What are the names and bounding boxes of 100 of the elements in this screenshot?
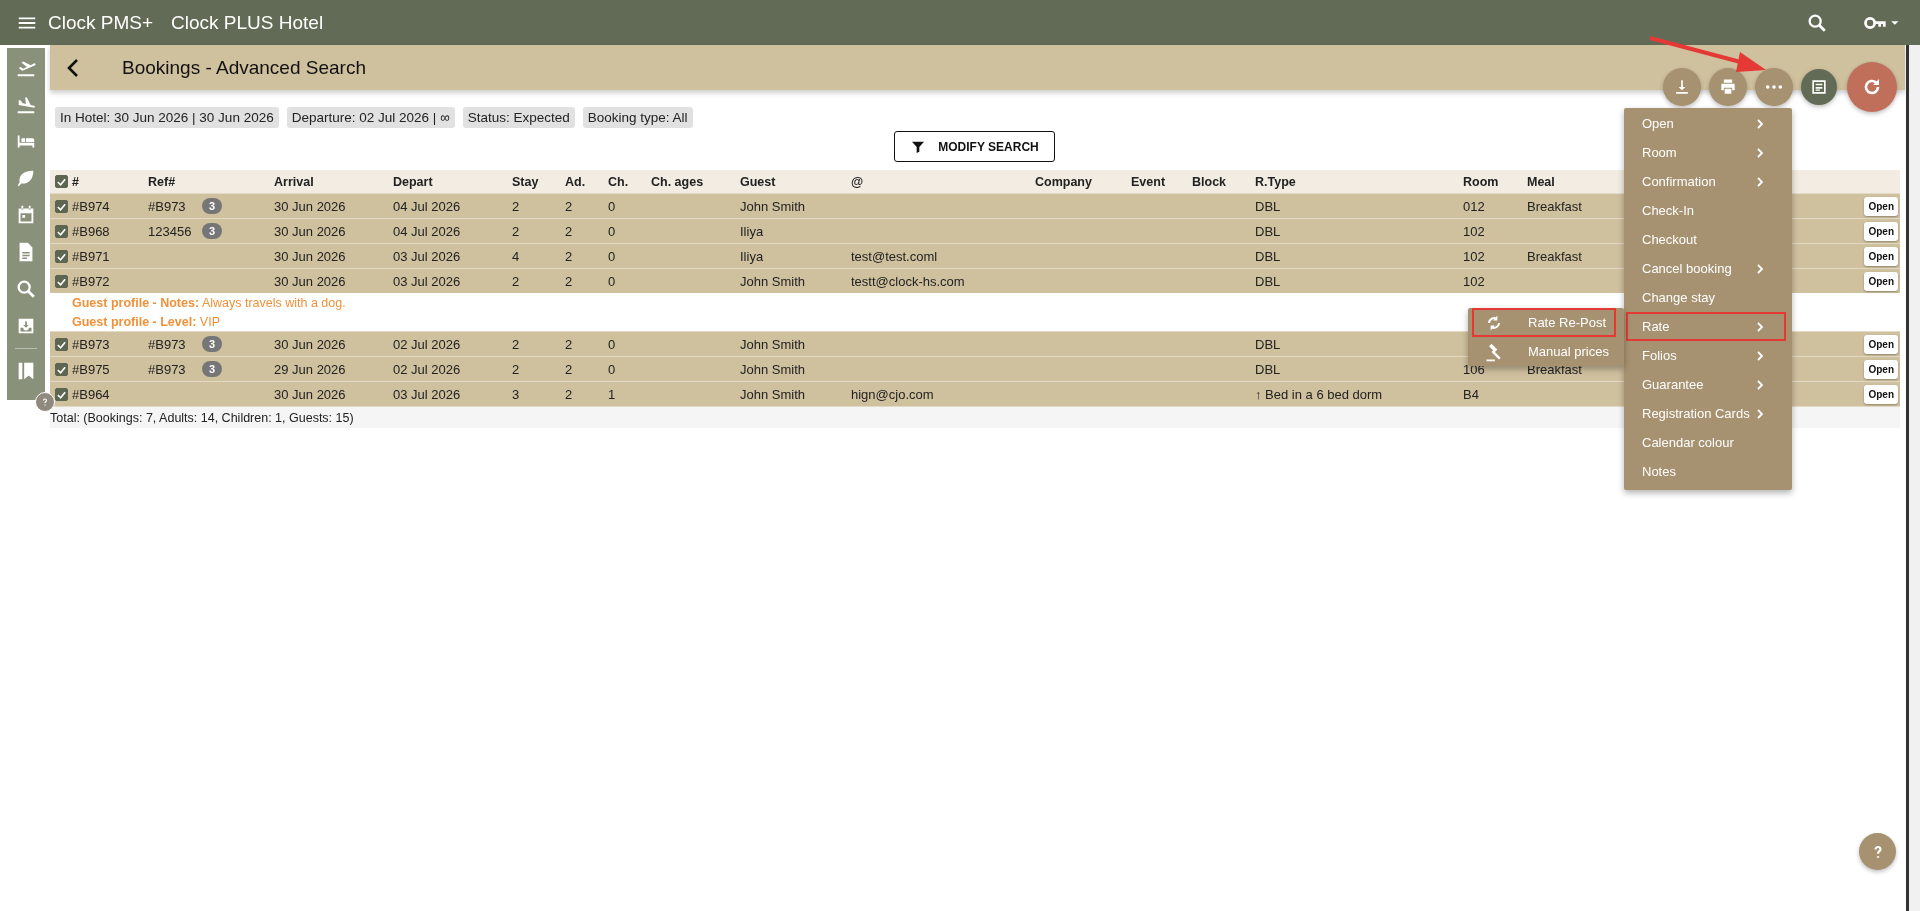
note-icon <box>1809 77 1829 97</box>
column-header[interactable]: Arrival <box>274 174 393 189</box>
open-button[interactable]: Open <box>1864 334 1898 354</box>
table-cell: 04 Jul 2026 <box>393 198 461 214</box>
table-cell: DBL <box>1255 223 1281 239</box>
column-header[interactable]: R.Type <box>1255 174 1463 189</box>
column-header[interactable]: Room <box>1463 174 1527 189</box>
table-cell: #B973 <box>72 336 110 352</box>
table-cell: 30 Jun 2026 <box>274 336 346 352</box>
table-cell: DBL <box>1255 361 1281 377</box>
table-cell: #B973 <box>148 336 186 352</box>
column-header[interactable]: Ref# <box>148 174 274 189</box>
table-cell: 2 <box>512 273 520 289</box>
filter-chip: Status: Expected <box>462 107 575 128</box>
count-badge: 3 <box>202 198 223 214</box>
column-header[interactable]: Event <box>1131 174 1192 189</box>
column-header[interactable]: Depart <box>393 174 512 189</box>
table-cell: 03 Jul 2026 <box>393 386 461 402</box>
open-button[interactable]: Open <box>1864 359 1898 379</box>
column-header[interactable]: Company <box>1035 174 1131 189</box>
table-cell: John Smith <box>740 198 806 214</box>
download-button[interactable] <box>1663 68 1701 106</box>
count-badge: 3 <box>202 223 223 239</box>
table-cell: 03 Jul 2026 <box>393 248 461 264</box>
notes-button[interactable] <box>1801 69 1837 105</box>
table-cell: 123456 <box>148 223 192 239</box>
printer-icon <box>1718 77 1738 97</box>
page-title: Bookings - Advanced Search <box>122 56 366 79</box>
column-header[interactable]: @ <box>851 174 1035 189</box>
table-cell: #B975 <box>72 361 110 377</box>
table-cell: 30 Jun 2026 <box>274 386 346 402</box>
row-checkbox[interactable] <box>54 224 68 238</box>
modify-search-button[interactable]: MODIFY SEARCH <box>894 131 1055 162</box>
row-checkbox[interactable] <box>54 362 68 376</box>
column-header[interactable]: Guest <box>740 174 851 189</box>
table-cell: 4 <box>512 248 520 264</box>
column-header[interactable]: Ad. <box>565 174 608 189</box>
column-header[interactable]: # <box>72 174 148 189</box>
column-header[interactable]: Ch. ages <box>651 174 740 189</box>
table-cell: 2 <box>512 223 520 239</box>
scrollbar[interactable] <box>1906 45 1920 911</box>
column-header[interactable]: Stay <box>512 174 565 189</box>
table-cell: John Smith <box>740 386 806 402</box>
table-cell: DBL <box>1255 336 1281 352</box>
table-cell: #B964 <box>72 386 110 402</box>
table-cell: 102 <box>1463 273 1485 289</box>
row-checkbox[interactable] <box>54 387 68 401</box>
table-cell: 29 Jun 2026 <box>274 361 346 377</box>
row-checkbox[interactable] <box>54 249 68 263</box>
column-header[interactable]: Block <box>1192 174 1255 189</box>
table-cell: 30 Jun 2026 <box>274 248 346 264</box>
open-button[interactable]: Open <box>1864 384 1898 404</box>
open-button[interactable]: Open <box>1864 196 1898 216</box>
table-cell: #B973 <box>148 361 186 377</box>
product-name: Clock PMS+ <box>48 11 154 34</box>
open-button[interactable]: Open <box>1864 271 1898 291</box>
table-cell: John Smith <box>740 273 806 289</box>
more-button[interactable] <box>1755 68 1793 106</box>
open-button[interactable]: Open <box>1864 246 1898 266</box>
select-all-checkbox[interactable] <box>54 175 68 188</box>
table-cell: testt@clock-hs.com <box>851 273 965 289</box>
help-button[interactable] <box>1859 833 1896 870</box>
help-icon[interactable] <box>35 392 55 412</box>
table-cell: 0 <box>608 223 616 239</box>
table-cell: 2 <box>565 273 573 289</box>
table-cell: 102 <box>1463 223 1485 239</box>
table-cell: 2 <box>565 386 573 402</box>
table-cell: B4 <box>1463 386 1479 402</box>
refresh-button[interactable] <box>1847 62 1897 112</box>
table-cell: 02 Jul 2026 <box>393 336 461 352</box>
table-cell: hign@cjo.com <box>851 386 934 402</box>
table-cell: #B974 <box>72 198 110 214</box>
count-badge: 3 <box>202 336 223 352</box>
table-cell: 2 <box>565 198 573 214</box>
table-cell: 1 <box>608 386 616 402</box>
table-cell: 3 <box>512 386 520 402</box>
table-cell: 0 <box>608 336 616 352</box>
table-cell: Iliya <box>740 248 764 264</box>
table-cell: 30 Jun 2026 <box>274 198 346 214</box>
table-cell: 30 Jun 2026 <box>274 223 346 239</box>
column-header[interactable]: Ch. <box>608 174 651 189</box>
table-cell: 0 <box>608 198 616 214</box>
row-checkbox[interactable] <box>54 274 68 288</box>
table-cell: #B973 <box>148 198 186 214</box>
filter-chip: Booking type: All <box>582 107 693 128</box>
table-cell: 2 <box>512 361 520 377</box>
print-button[interactable] <box>1709 68 1747 106</box>
table-cell: 2 <box>565 223 573 239</box>
table-cell: John Smith <box>740 361 806 377</box>
table-cell: 102 <box>1463 248 1485 264</box>
table-cell: #B968 <box>72 223 110 239</box>
table-cell: DBL <box>1255 198 1281 214</box>
row-checkbox[interactable] <box>54 337 68 351</box>
hotel-name[interactable]: Clock PLUS Hotel <box>171 11 324 34</box>
open-button[interactable]: Open <box>1864 221 1898 241</box>
row-checkbox[interactable] <box>54 199 68 213</box>
table-cell: ↑ Bed in a 6 bed dorm <box>1255 386 1383 402</box>
table-cell: 2 <box>565 248 573 264</box>
table-cell: 0 <box>608 361 616 377</box>
search-icon[interactable] <box>15 278 37 300</box>
